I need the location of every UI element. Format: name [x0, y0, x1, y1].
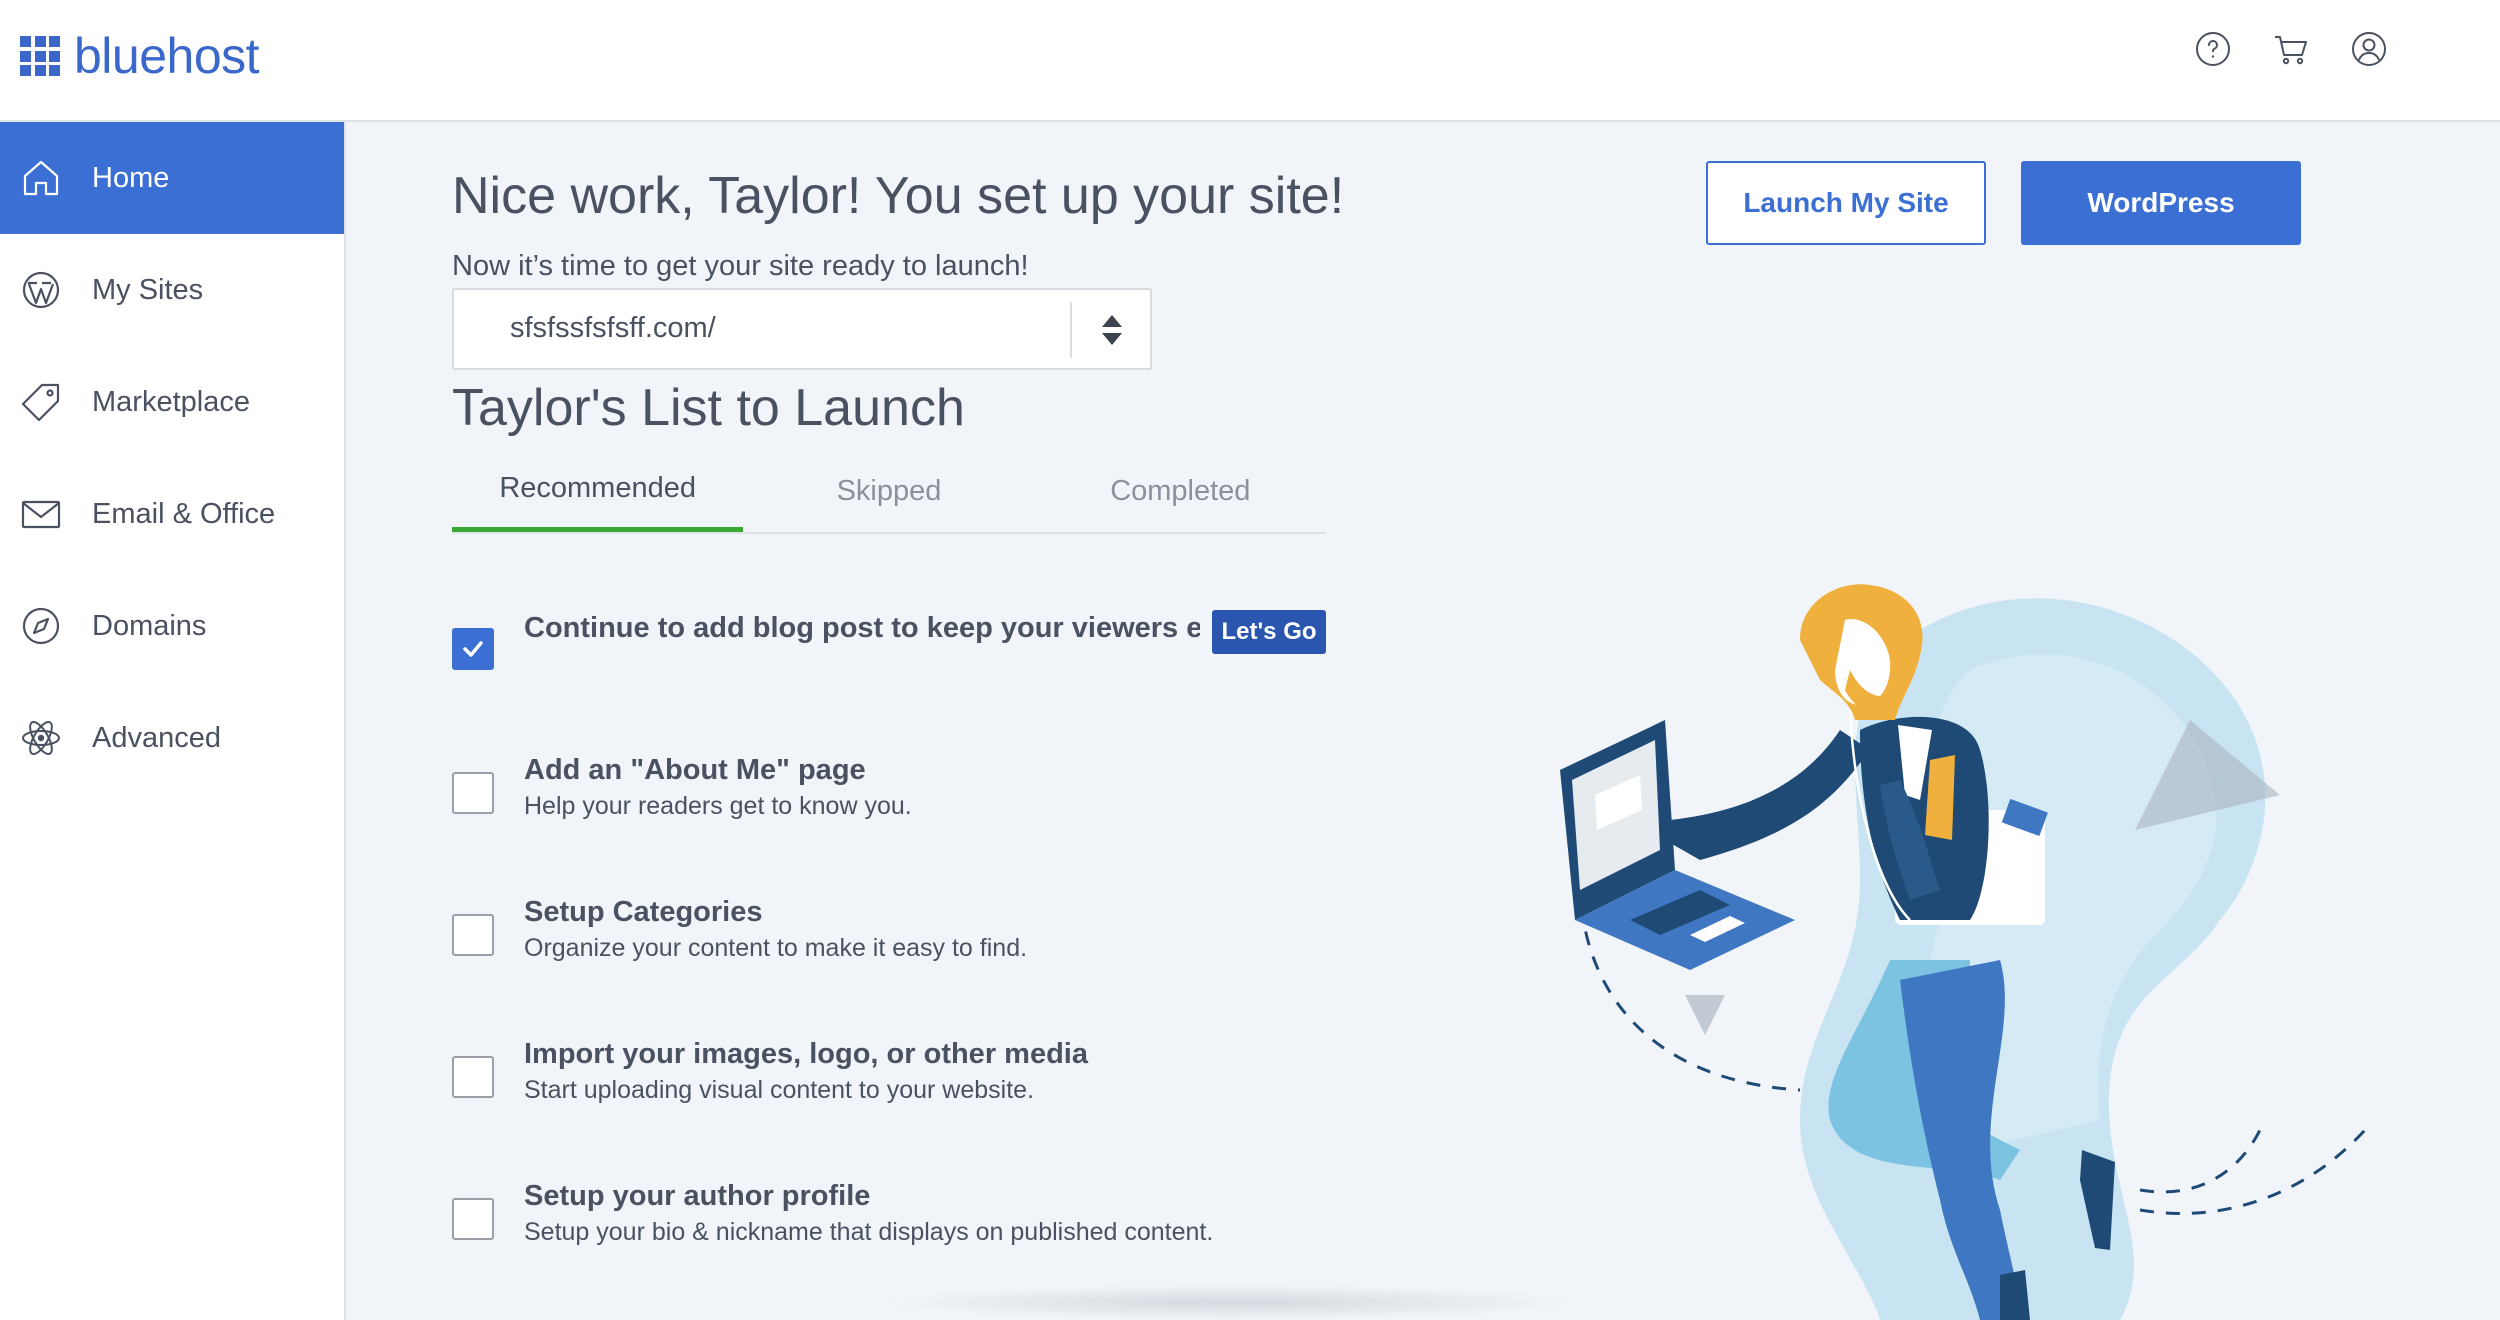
task-item: Add an "About Me" page Help your readers…: [452, 752, 1352, 832]
task-title: Continue to add blog post to keep your v…: [524, 612, 1200, 644]
task-title: Setup Categories: [524, 896, 763, 928]
task-description: Organize your content to make it easy to…: [524, 934, 1028, 962]
account-icon[interactable]: [2350, 30, 2388, 68]
task-item: Continue to add blog post to keep your v…: [452, 610, 1352, 680]
page-subtitle: Now it’s time to get your site ready to …: [452, 250, 1029, 282]
sidebar-item-email-office[interactable]: Email & Office: [0, 458, 344, 570]
sidebar-item-label: My Sites: [92, 273, 204, 306]
tab-recommended[interactable]: Recommended: [452, 462, 744, 532]
site-selector[interactable]: sfsfssfsfsff.com/: [452, 288, 1152, 370]
task-description: Setup your bio & nickname that displays …: [524, 1218, 1214, 1246]
sidebar-item-label: Advanced: [92, 721, 221, 754]
task-checkbox[interactable]: [452, 1056, 494, 1098]
compass-icon: [22, 607, 60, 645]
task-item: Import your images, logo, or other media…: [452, 1036, 1352, 1116]
wordpress-icon: [22, 271, 60, 309]
brand-name: bluehost: [74, 28, 260, 84]
sidebar-item-label: Domains: [92, 609, 207, 642]
person-with-laptop-illustration: [1560, 584, 2367, 1320]
task-description: Start uploading visual content to your w…: [524, 1076, 1035, 1104]
sidebar-item-my-sites[interactable]: My Sites: [0, 234, 344, 346]
task-title: Import your images, logo, or other media: [524, 1038, 1088, 1070]
sidebar-item-marketplace[interactable]: Marketplace: [0, 346, 344, 458]
wordpress-button[interactable]: WordPress: [2021, 161, 2301, 245]
task-item: Setup Categories Organize your content t…: [452, 894, 1352, 974]
page-title: Nice work, Taylor! You set up your site!: [452, 167, 1345, 225]
launch-list-tabs: Recommended Skipped Completed: [452, 462, 1326, 534]
task-checkbox[interactable]: [452, 1198, 494, 1240]
cart-icon[interactable]: [2272, 30, 2310, 68]
sidebar-item-advanced[interactable]: Advanced: [0, 682, 344, 794]
task-title: Add an "About Me" page: [524, 754, 866, 786]
header-actions: [2194, 30, 2388, 68]
grid-logo-icon: [20, 36, 60, 76]
atom-icon: [22, 721, 60, 755]
sidebar-item-label: Home: [92, 161, 170, 194]
site-selector-value: sfsfssfsfsff.com/: [510, 312, 716, 344]
launch-my-site-button[interactable]: Launch My Site: [1706, 161, 1986, 245]
sidebar-item-label: Marketplace: [92, 385, 250, 418]
tab-completed[interactable]: Completed: [1035, 462, 1326, 532]
bluehost-logo[interactable]: bluehost: [20, 28, 260, 84]
tag-icon: [21, 383, 60, 422]
home-icon: [23, 160, 59, 196]
task-checkbox[interactable]: [452, 628, 494, 670]
help-icon[interactable]: [2194, 30, 2232, 68]
sidebar-item-home[interactable]: Home: [0, 122, 344, 234]
task-checkbox[interactable]: [452, 914, 494, 956]
checkmark-icon: [463, 641, 483, 657]
task-description: Help your readers get to know you.: [524, 792, 912, 820]
bottom-shadow: [880, 1285, 1580, 1320]
tab-skipped[interactable]: Skipped: [743, 462, 1034, 532]
task-item: Setup your author profile Setup your bio…: [452, 1178, 1352, 1258]
task-title: Setup your author profile: [524, 1180, 871, 1212]
sidebar-item-domains[interactable]: Domains: [0, 570, 344, 682]
sort-arrows-icon: [1102, 315, 1122, 345]
sidebar-item-label: Email & Office: [92, 497, 276, 530]
task-checkbox[interactable]: [452, 772, 494, 814]
top-header: bluehost: [0, 0, 2500, 122]
mail-icon: [21, 500, 61, 529]
site-selector-divider: [1070, 302, 1072, 358]
sidebar: Home My Sites Marketplace Email & Office…: [0, 122, 346, 1320]
launch-list-title: Taylor's List to Launch: [452, 379, 965, 437]
lets-go-button[interactable]: Let's Go: [1212, 610, 1326, 654]
